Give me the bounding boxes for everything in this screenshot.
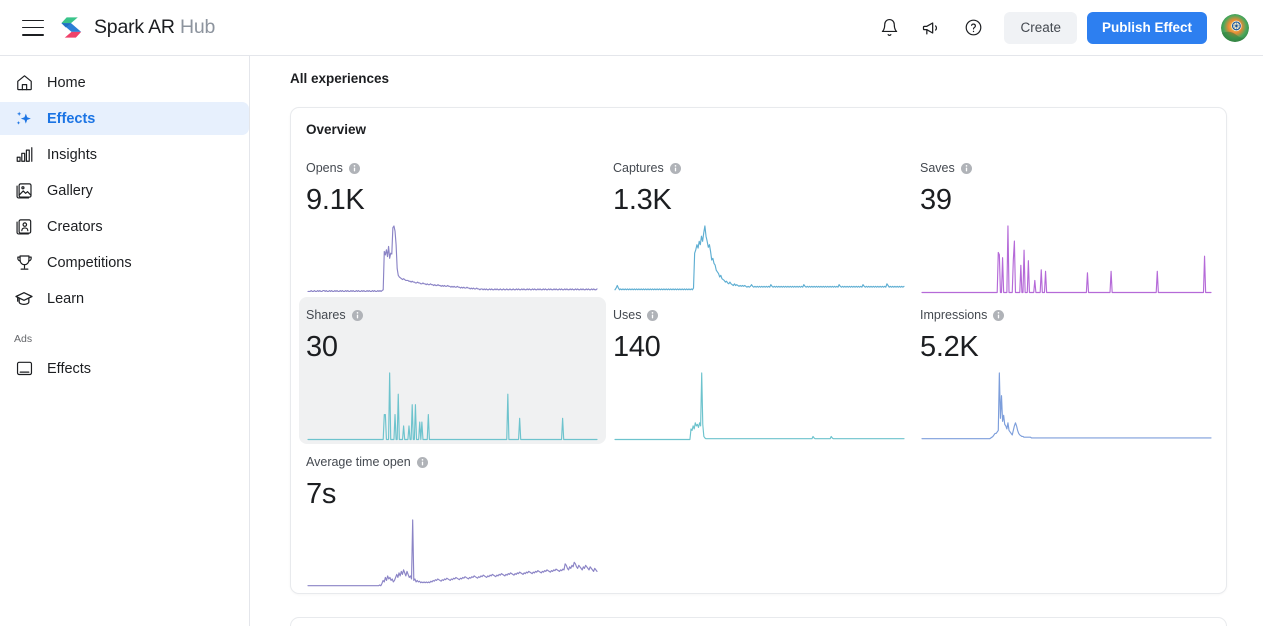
metric-card-captures[interactable]: Captures 1.3K <box>606 150 913 297</box>
spark-ar-logo-icon <box>61 17 82 38</box>
metric-sparkline <box>307 519 598 587</box>
metric-label: Average time open <box>306 455 411 469</box>
sidebar-item-creators[interactable]: Creators <box>0 210 249 243</box>
metrics-row: Opens 9.1K Captures 1.3K Saves 39 <box>299 150 1220 297</box>
sidebar-item-label: Competitions <box>47 254 132 271</box>
monitor-icon <box>12 357 36 381</box>
metric-label: Opens <box>306 161 343 175</box>
sidebar-item-home[interactable]: Home <box>0 66 249 99</box>
sidebar-item-label: Learn <box>47 290 85 307</box>
overview-card-title: Overview <box>306 122 367 137</box>
metric-sparkline <box>307 225 598 293</box>
metric-value: 9.1K <box>306 184 365 216</box>
metric-value: 1.3K <box>613 184 672 216</box>
metric-header: Captures <box>613 160 906 176</box>
info-icon[interactable] <box>416 456 428 468</box>
sidebar-item-ads-effects[interactable]: Effects <box>0 352 249 385</box>
header-actions: Create Publish Effect <box>868 11 1263 45</box>
metric-label: Shares <box>306 308 346 322</box>
main-content: All experiences Overview Opens 9.1K Captur… <box>250 56 1263 626</box>
metric-sparkline <box>921 372 1212 440</box>
metric-value: 30 <box>306 331 338 363</box>
metric-header: Saves <box>920 160 1213 176</box>
sidebar-item-gallery[interactable]: Gallery <box>0 174 249 207</box>
metric-sparkline <box>614 372 905 441</box>
publish-effect-button[interactable]: Publish Effect <box>1086 11 1207 44</box>
graduation-cap-icon <box>12 287 36 311</box>
trophy-icon <box>12 251 36 275</box>
person-card-icon <box>12 215 36 239</box>
metric-header: Opens <box>306 160 599 176</box>
bar-chart-icon <box>12 143 36 167</box>
metric-label: Uses <box>613 308 642 322</box>
metric-header: Uses <box>613 307 906 323</box>
sidebar-item-label: Gallery <box>47 182 93 199</box>
metrics-row: Average time open 7s <box>299 444 1220 591</box>
sidebar-item-label: Home <box>47 74 86 91</box>
metric-value: 39 <box>920 184 952 216</box>
metric-value: 7s <box>306 478 337 510</box>
hamburger-icon[interactable] <box>22 19 44 36</box>
sidebar-item-learn[interactable]: Learn <box>0 282 249 315</box>
brand-title: Spark AR Hub <box>94 16 215 39</box>
metric-sparkline <box>307 372 598 441</box>
sidebar-item-label: Creators <box>47 218 103 235</box>
info-icon[interactable] <box>993 309 1005 321</box>
sidebar-section-ads: Ads <box>14 333 33 345</box>
sidebar-item-effects[interactable]: Effects <box>0 102 249 135</box>
metric-card-impressions[interactable]: Impressions 5.2K <box>913 297 1220 444</box>
metric-card-saves[interactable]: Saves 39 <box>913 150 1220 297</box>
question-circle-icon[interactable] <box>956 11 990 45</box>
sidebar-item-label: Effects <box>47 360 92 377</box>
metric-header: Impressions <box>920 307 1213 323</box>
brand-primary: Spark AR <box>94 16 175 38</box>
brand-secondary: Hub <box>180 16 216 38</box>
metric-sparkline <box>921 225 1212 294</box>
page-title: All experiences <box>290 71 390 86</box>
info-icon[interactable] <box>647 309 659 321</box>
info-icon[interactable] <box>669 162 681 174</box>
overview-card: Overview Opens 9.1K Captures 1.3K Saves 39 Sha… <box>290 107 1227 594</box>
sparkles-icon <box>12 107 36 131</box>
metric-label: Saves <box>920 161 955 175</box>
user-avatar[interactable] <box>1221 13 1249 42</box>
metrics-grid: Opens 9.1K Captures 1.3K Saves 39 Shares 30 Uses… <box>299 150 1220 591</box>
metric-header: Average time open <box>306 454 599 470</box>
metrics-row: Shares 30 Uses 140 Impressions 5.2K <box>299 297 1220 444</box>
metric-card-shares[interactable]: Shares 30 <box>299 297 606 444</box>
info-icon[interactable] <box>351 309 363 321</box>
info-icon[interactable] <box>348 162 360 174</box>
bell-icon[interactable] <box>872 11 906 45</box>
sidebar-item-label: Insights <box>47 146 97 163</box>
secondary-card <box>290 617 1227 626</box>
sidebar-item-label: Effects <box>47 110 96 127</box>
megaphone-icon[interactable] <box>914 11 948 45</box>
sidebar-item-competitions[interactable]: Competitions <box>0 246 249 279</box>
metric-sparkline <box>614 225 905 291</box>
image-icon <box>12 179 36 203</box>
sidebar-item-insights[interactable]: Insights <box>0 138 249 171</box>
info-icon[interactable] <box>960 162 972 174</box>
create-button[interactable]: Create <box>1004 11 1077 44</box>
metric-value: 5.2K <box>920 331 979 363</box>
metric-card-uses[interactable]: Uses 140 <box>606 297 913 444</box>
metric-label: Impressions <box>920 308 988 322</box>
metric-card-opens[interactable]: Opens 9.1K <box>299 150 606 297</box>
metric-value: 140 <box>613 331 661 363</box>
sidebar: Home Effects Insights Gallery Creators C… <box>0 56 250 626</box>
brand[interactable]: Spark AR Hub <box>58 14 215 41</box>
metric-header: Shares <box>306 307 599 323</box>
metric-card-average-time-open[interactable]: Average time open 7s <box>299 444 606 591</box>
home-icon <box>12 71 36 95</box>
metric-label: Captures <box>613 161 664 175</box>
app-header: Spark AR Hub Create Publish Effect <box>0 0 1263 56</box>
